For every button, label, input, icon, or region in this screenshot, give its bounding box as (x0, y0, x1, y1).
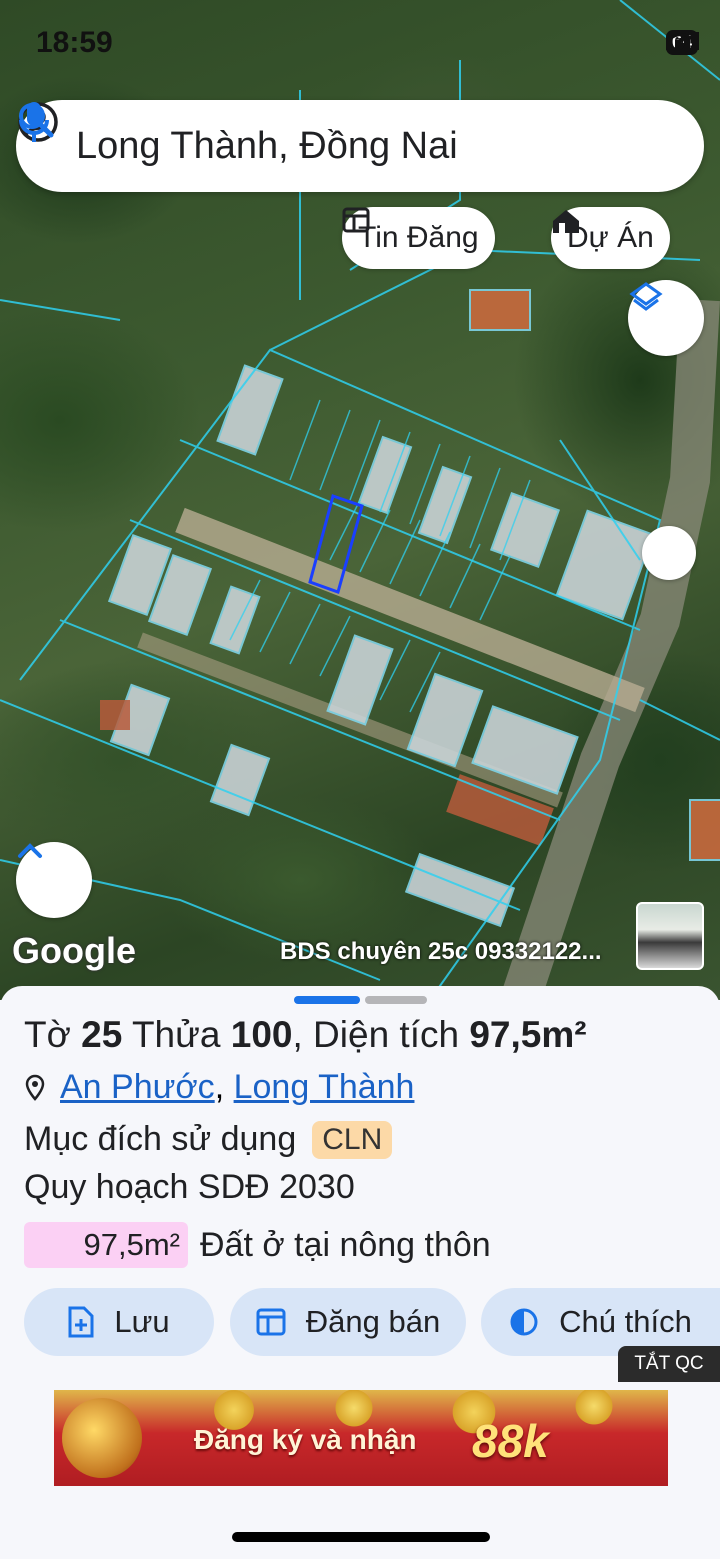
title-separator: , (292, 1014, 303, 1055)
parcel-title: Tờ 25 Thửa 100, Diện tích 97,5m² (24, 1014, 587, 1056)
search-input[interactable]: Long Thành, Đồng Nai (76, 125, 550, 168)
area-value: 97,5m² (469, 1014, 587, 1055)
ad-banner[interactable]: Đăng ký và nhận 88k (54, 1390, 668, 1486)
sheet-number: 25 (81, 1014, 123, 1055)
status-time: 18:59 (36, 26, 113, 59)
satellite-map[interactable]: 18:59 64 Long Thành, Đồng Nai Tin Đăng D… (0, 0, 720, 1000)
sheet-page-indicator[interactable] (365, 996, 427, 1004)
chip-listings-label: Tin Đăng (358, 221, 479, 254)
status-bar: 18:59 64 (0, 0, 720, 80)
plan-area-badge: 97,5m² (24, 1222, 188, 1268)
search-button[interactable] (19, 103, 614, 172)
sheet-page-indicator-active[interactable] (294, 996, 360, 1004)
save-label: Lưu (114, 1304, 170, 1339)
wifi-icon (668, 33, 693, 50)
expand-sheet-button[interactable] (16, 842, 92, 918)
purpose-label: Mục đích sử dụng (24, 1120, 297, 1158)
land-use-purpose: Mục đích sử dụng CLN (24, 1120, 393, 1159)
side-toggle-button[interactable] (642, 526, 696, 580)
plot-prefix: Thửa (131, 1014, 221, 1055)
home-indicator[interactable] (232, 1532, 490, 1542)
purpose-badge: CLN (312, 1120, 393, 1159)
location-pin-icon (25, 1074, 45, 1101)
listing-board-icon (256, 1308, 286, 1336)
dragon-image (62, 1398, 142, 1478)
contrast-icon (510, 1308, 538, 1336)
voice-search-button[interactable] (19, 102, 678, 172)
chevron-up-icon (18, 843, 42, 858)
ad-text: Đăng ký và nhận (194, 1424, 417, 1455)
layers-icon (629, 282, 663, 311)
streetview-thumbnail[interactable] (636, 902, 704, 970)
district-link[interactable]: Long Thành (234, 1068, 415, 1107)
area-label: Diện tích (313, 1014, 460, 1055)
add-file-icon (68, 1306, 94, 1338)
legend-label: Chú thích (559, 1304, 692, 1339)
sheet-prefix: Tờ (24, 1014, 71, 1055)
post-sale-label: Đăng bán (305, 1304, 441, 1339)
ad-amount: 88k (472, 1415, 549, 1467)
layers-button[interactable] (628, 280, 704, 356)
post-sale-button[interactable]: Đăng bán (230, 1288, 466, 1356)
save-button[interactable]: Lưu (24, 1288, 214, 1356)
search-bar[interactable]: Long Thành, Đồng Nai (16, 100, 704, 192)
listings-icon (342, 207, 370, 233)
plot-number: 100 (230, 1014, 293, 1055)
projects-icon (553, 210, 579, 233)
close-ads-button[interactable]: TẮT QC (618, 1346, 720, 1382)
plan-type: Đất ở tại nông thôn (200, 1225, 491, 1264)
microphone-icon (19, 102, 49, 142)
chip-listings[interactable]: Tin Đăng (342, 207, 495, 269)
plan-label: Quy hoạch SDĐ 2030 (24, 1168, 355, 1206)
map-watermark: BDS chuyên 25c 09332122... (280, 938, 602, 965)
location-separator: , (214, 1068, 234, 1106)
location-row: An Phước, Long Thành (24, 1068, 414, 1107)
chip-projects[interactable]: Dự Án (551, 207, 670, 269)
plan-detail-row: 97,5m² Đất ở tại nông thôn (24, 1222, 491, 1268)
status-icons: 64 (665, 30, 699, 55)
parcel-info-sheet: Tờ 25 Thửa 100, Diện tích 97,5m² An Phướ… (0, 986, 720, 1559)
google-logo: Google (12, 930, 136, 971)
ward-link[interactable]: An Phước (60, 1068, 215, 1107)
